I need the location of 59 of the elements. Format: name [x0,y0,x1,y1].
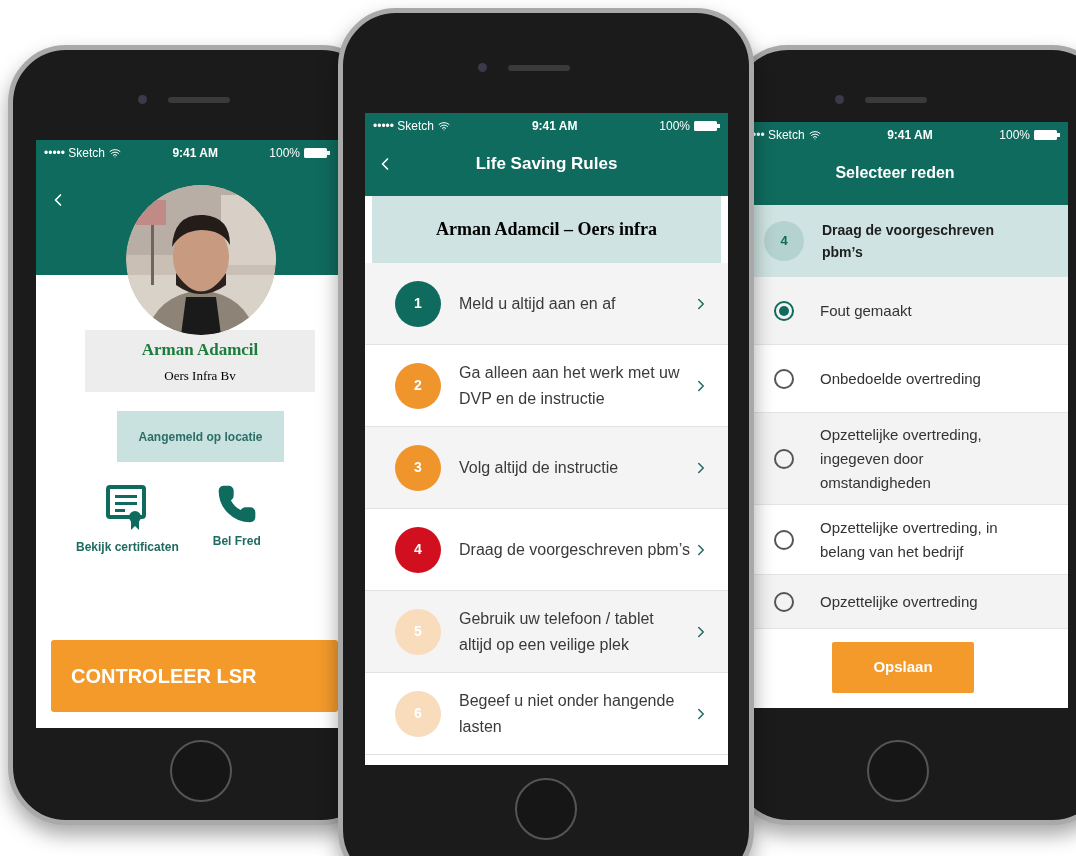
battery-icon [694,121,720,131]
rule-number: 4 [395,526,441,573]
radio-button[interactable] [774,449,794,469]
battery-icon [304,148,330,158]
battery-label: 100% [269,145,300,162]
reason-option[interactable]: Opzettelijke overtreding, ingegeven door omstandigheden [752,413,1068,505]
company-name: Oers Infra Bv [164,367,236,385]
carrier-label: ••••• Sketch [44,145,106,162]
reason-text: Opzettelijke overtreding [820,591,979,612]
radio-button[interactable] [774,369,794,389]
rule-number: 4 [764,221,804,261]
battery-label: 100% [659,118,690,135]
radio-button[interactable] [774,301,794,321]
action-button[interactable]: Bekijk certificaten [76,484,179,556]
rule-text: Draag de voorgeschreven pbm’s [822,221,995,262]
speaker-grille [508,65,570,71]
rule-row[interactable]: 3 Volg altijd de instructie [365,427,728,509]
rule-number: 5 [395,608,441,655]
radio-button[interactable] [774,530,794,550]
banner: Arman Adamcil – Oers infra [372,196,721,263]
clock: 9:41 AM [172,145,218,162]
rule-number: 3 [395,444,441,491]
rule-number: 6 [395,690,441,737]
battery-label: 100% [999,127,1030,144]
rule-text: Meld u altijd aan en af [459,293,617,314]
rule-row[interactable]: 1 Meld u altijd aan en af [365,263,728,345]
action-button[interactable]: Bel Fred [212,484,261,556]
screen-title: Selecteer reden [835,163,956,183]
carrier-label: ••••• Sketch [373,118,435,135]
rule-text: Ga alleen aan het werk met uw DVP en de instructie [459,362,681,409]
radio-button[interactable] [774,592,794,612]
phone-icon [216,484,257,524]
camera-icon [478,63,487,72]
rule-number: 1 [395,280,441,327]
speaker-grille [168,97,230,103]
reason-text: Opzettelijke overtreding, in belang van het bedrijf [820,517,999,562]
clock: 9:41 AM [531,118,578,135]
wifi-icon [438,120,451,132]
rule-text: Begeef u niet onder hangende lasten [459,690,676,737]
person-name: Arman Adamcil [141,338,259,361]
screen-title: Life Saving Rules [475,153,618,176]
rule-number: 2 [395,362,441,409]
reason-text: Onbedoelde overtreding [820,368,982,389]
wifi-icon [109,147,122,159]
wifi-icon [808,129,821,141]
rule-row[interactable]: 5 Gebruik uw telefoon / tablet altijd op een veilige plek [365,591,728,673]
battery-icon [1034,130,1060,140]
reason-text: Opzettelijke overtreding, ingegeven door omstandigheden [820,424,983,493]
reason-option[interactable]: Opzettelijke overtreding [752,575,1068,629]
rule-text: Draag de voorgeschreven pbm’s [459,539,691,560]
rule-text: Gebruik uw telefoon / tablet altijd op een veilige plek [459,608,655,655]
rule-text: Volg altijd de instructie [459,457,620,478]
reason-text: Fout gemaakt [820,300,913,321]
speaker-grille [865,97,927,103]
reason-option[interactable]: Fout gemaakt [752,277,1068,345]
clock: 9:41 AM [887,127,933,144]
camera-icon [138,95,147,104]
status-badge: Aangemeld op locatie [117,411,284,462]
camera-icon [835,95,844,104]
